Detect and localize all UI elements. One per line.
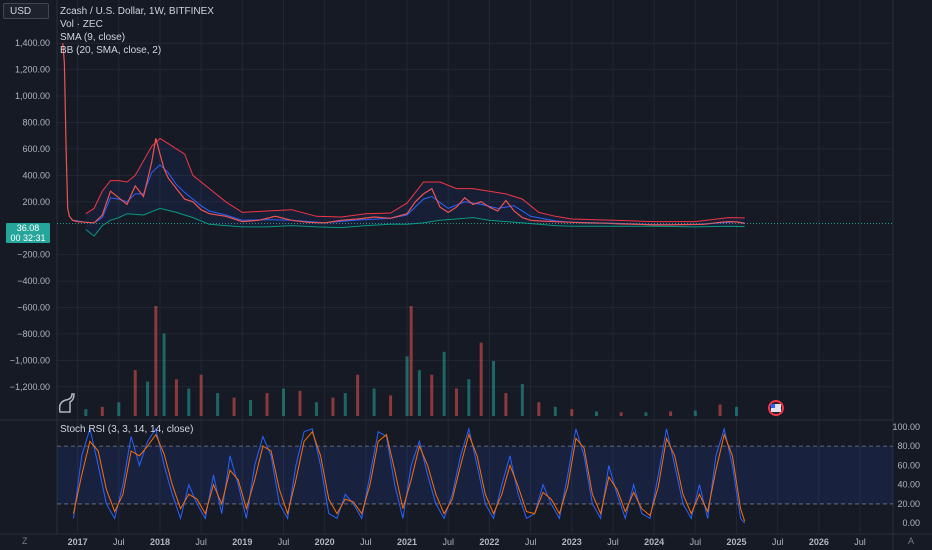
volume-bar (249, 399, 253, 416)
chart-canvas[interactable]: 1,400.00 1,200.00 1,000.00 800.00 600.00 400.… (0, 0, 932, 550)
legend-bb[interactable]: BB (20, SMA, close, 2) (60, 44, 214, 57)
currency-button[interactable]: USD (3, 3, 49, 19)
volume-bar (417, 370, 421, 416)
stoch-legend[interactable]: Stoch RSI (3, 3, 14, 14, close) (60, 424, 193, 435)
time-tick-label: Jul (690, 537, 702, 547)
volume-bar (216, 393, 220, 416)
volume-bar (343, 393, 347, 416)
volume-bar (84, 409, 88, 416)
main-legend: Zcash / U.S. Dollar, 1W, BITFINEX Vol · … (60, 5, 214, 57)
price-tick-label: −600.00 (17, 303, 50, 313)
volume-bar (331, 397, 335, 416)
price-tick-label: 400.00 (22, 170, 50, 180)
volume-bar (504, 393, 508, 416)
price-tick-label: −1,000.00 (10, 355, 50, 365)
volume-bar (553, 406, 557, 416)
stoch-tick-label: 0.00 (902, 518, 920, 528)
volume-bar (669, 411, 673, 416)
time-tick-label: Jul (772, 537, 784, 547)
zoom-button[interactable]: Z (22, 536, 28, 546)
time-tick-label: 2017 (68, 537, 88, 547)
volume-bar (537, 402, 541, 416)
time-tick-label: Jul (195, 537, 207, 547)
volume-bar (454, 388, 458, 416)
time-tick-label: Jul (525, 537, 537, 547)
volume-bar (735, 406, 739, 416)
price-tick-label: 1,200.00 (15, 65, 50, 75)
volume-bar (405, 356, 409, 416)
volume-bar (594, 411, 598, 416)
stoch-tick-label: 100.00 (892, 422, 920, 432)
volume-bar (356, 374, 360, 416)
price-tick-label: 200.00 (22, 197, 50, 207)
volume-bar (282, 388, 286, 416)
price-tick-label: −800.00 (17, 329, 50, 339)
volume-bar (133, 370, 137, 416)
volume-bar (174, 379, 178, 416)
countdown-timer: 00 32:31 (10, 233, 46, 243)
volume-bar (298, 390, 302, 416)
time-tick-label: 2018 (150, 537, 170, 547)
volume-bar (442, 351, 446, 416)
time-tick-label: 2022 (479, 537, 499, 547)
time-tick-label: 2026 (809, 537, 829, 547)
volume-bar (520, 383, 524, 416)
price-tick-label: 800.00 (22, 118, 50, 128)
time-tick-label: 2024 (644, 537, 664, 547)
time-tick-label: 2021 (397, 537, 417, 547)
volume-bar (154, 306, 158, 416)
volume-bar (570, 409, 574, 416)
volume-bar (117, 402, 121, 416)
volume-bar (372, 388, 376, 416)
volume-bar (467, 379, 471, 416)
volume-bar (430, 374, 434, 416)
price-tick-label: 600.00 (22, 144, 50, 154)
legend-title[interactable]: Zcash / U.S. Dollar, 1W, BITFINEX (60, 5, 214, 18)
legend-sma[interactable]: SMA (9, close) (60, 31, 214, 44)
volume-bar (389, 395, 393, 416)
price-tick-label: 1,400.00 (15, 38, 50, 48)
last-price-tag: 36.08 00 32:31 (6, 223, 50, 243)
volume-bar (187, 388, 191, 416)
stoch-tick-label: 80.00 (897, 441, 920, 451)
volume-bar (314, 402, 318, 416)
price-tick-label: 1,000.00 (15, 91, 50, 101)
volume-bar (644, 412, 648, 416)
stoch-tick-label: 60.00 (897, 460, 920, 470)
time-tick-label: Jul (854, 537, 866, 547)
last-price-value: 36.08 (16, 223, 40, 233)
volume-bar (100, 406, 104, 416)
price-tick-label: −400.00 (17, 276, 50, 286)
volume-bar (265, 393, 269, 416)
time-tick-label: Jul (607, 537, 619, 547)
volume-bar (718, 404, 722, 416)
volume-bar (232, 397, 236, 416)
volume-bar (693, 410, 697, 416)
time-tick-label: Jul (113, 537, 125, 547)
time-tick-label: Jul (360, 537, 372, 547)
time-tick-label: 2025 (726, 537, 746, 547)
volume-bar (479, 342, 483, 416)
volume-bar (199, 374, 203, 416)
legend-vol[interactable]: Vol · ZEC (60, 18, 214, 31)
stoch-tick-label: 40.00 (897, 480, 920, 490)
time-tick-label: 2019 (232, 537, 252, 547)
time-tick-label: Jul (442, 537, 454, 547)
time-tick-label: 2023 (562, 537, 582, 547)
time-tick-label: 2020 (315, 537, 335, 547)
volume-bar (619, 412, 623, 416)
price-tick-label: −200.00 (17, 250, 50, 260)
volume-bar (162, 333, 166, 416)
volume-bar (409, 306, 413, 416)
volume-bar (492, 361, 496, 416)
time-tick-label: Jul (278, 537, 290, 547)
stoch-tick-label: 20.00 (897, 499, 920, 509)
us-flag-icon-canton (771, 404, 775, 408)
auto-scale-button[interactable]: A (908, 536, 914, 546)
price-tick-label: −1,200.00 (10, 382, 50, 392)
volume-bar (146, 381, 150, 416)
